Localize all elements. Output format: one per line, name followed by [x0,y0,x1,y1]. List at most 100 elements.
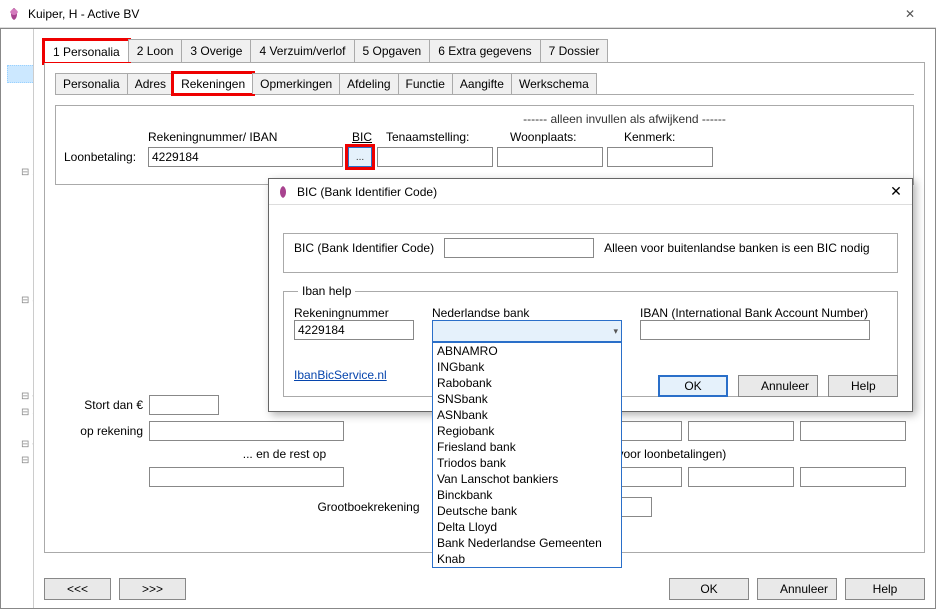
col-kenm: Kenmerk: [624,130,734,144]
bank-dropdown[interactable]: ▾ ABNAMRO INGbank Rabobank SNSbank ASNba… [432,320,622,342]
tree-item[interactable]: ┈Subsidies [7,339,34,355]
tree-item[interactable]: ┈Uitkering [7,323,34,339]
tree-item[interactable]: ┈Loonheffing [7,227,34,243]
main-tabs: 1 Personalia 2 Loon 3 Overige 4 Verzuim/… [44,39,925,63]
tree-item[interactable]: ┈Personalia [7,33,34,49]
tree-group[interactable]: ┈6 Extra gegevens [7,435,33,451]
tree-item[interactable]: ┈Prognose [7,275,34,291]
bank-option[interactable]: ASNbank [433,407,621,423]
op-3[interactable] [688,421,794,441]
tab-verzuim[interactable]: 4 Verzuim/verlof [250,39,354,62]
ok-button[interactable]: OK [669,578,749,600]
tree-item[interactable]: ┈Overige [7,307,34,323]
bank-option[interactable]: SNSbank [433,391,621,407]
tree-item[interactable]: ┈Adres [7,49,34,65]
bank-option[interactable]: Bank Nederlandse Gemeenten [433,535,621,551]
dialog-title: BIC (Bank Identifier Code) [297,185,886,199]
tree-item[interactable]: ┈2015 [7,499,34,515]
bank-option[interactable]: Deutsche bank [433,503,621,519]
tree-item[interactable]: ┈Reserveringen [7,355,34,371]
bank-option[interactable]: Delta Lloyd [433,519,621,535]
lbl-bank: Nederlandse bank [432,306,622,320]
tree-group[interactable]: ┈4 Verzuim/verlof [7,387,33,403]
prev-button[interactable]: <<< [44,578,111,600]
tree-item-rekeningen[interactable]: ┈Rekeningen [7,65,34,83]
dialog-reknr-input[interactable] [294,320,414,340]
tab-personalia[interactable]: 1 Personalia [44,40,129,63]
bank-option[interactable]: ABNAMRO [433,343,621,359]
op-4[interactable] [800,421,906,441]
bank-option[interactable]: Van Lanschot bankiers [433,471,621,487]
col-bic: BIC [352,130,382,144]
tree-item[interactable]: ┈Loon [7,179,34,195]
stort-input[interactable] [149,395,219,415]
bank-option[interactable]: Friesland bank [433,439,621,455]
tenaam-input[interactable] [377,147,493,167]
rest-4[interactable] [800,467,906,487]
tree-group[interactable]: 5 Opgaven [7,403,33,419]
subtab-afdeling[interactable]: Afdeling [339,73,398,94]
bank-option[interactable]: Rabobank [433,375,621,391]
dialog-help-button[interactable]: Help [828,375,898,397]
lbl-rest1: ... en de rest op [243,447,326,461]
tree-item[interactable]: ┈Aangifte [7,131,34,147]
rest-1[interactable] [149,467,344,487]
tree-group[interactable]: 7 Dossier [7,451,33,467]
bic-input[interactable] [444,238,594,258]
bic-note: Alleen voor buitenlandse banken is een B… [604,241,870,255]
tree-item[interactable]: ┈Lokaal dossier [7,467,34,483]
dialog-annuleer-button[interactable]: Annuleer [738,375,818,397]
tree-item[interactable]: ┈Afdeling [7,99,34,115]
tree-group[interactable]: 2 Loon [7,163,33,179]
tree-item[interactable]: ┈Functie [7,115,34,131]
tab-extra[interactable]: 6 Extra gegevens [429,39,540,62]
bank-option[interactable]: INGbank [433,359,621,375]
subtab-werkschema[interactable]: Werkschema [511,73,597,94]
tab-dossier[interactable]: 7 Dossier [540,39,609,62]
dialog-ok-button[interactable]: OK [658,375,728,397]
tree-item[interactable]: ┈Vervoer [7,243,34,259]
tab-loon[interactable]: 2 Loon [128,39,183,62]
bic-browse-button[interactable]: ... [348,147,372,167]
subtab-personalia[interactable]: Personalia [55,73,128,94]
tree-item[interactable]: ┈Werkschema [7,147,34,163]
col-woon: Woonplaats: [510,130,620,144]
subtab-opmerkingen[interactable]: Opmerkingen [252,73,340,94]
tab-overige[interactable]: 3 Overige [181,39,251,62]
tree-item[interactable]: ┈Toeslagen [7,195,34,211]
help-button[interactable]: Help [845,578,925,600]
dialog-app-icon [275,184,291,200]
rek-input[interactable] [148,147,343,167]
tree-item[interactable]: ┈Sparen [7,211,34,227]
tab-opgaven[interactable]: 5 Opgaven [354,39,431,62]
lbl-groot: Grootboekrekening [317,500,419,514]
tree-item[interactable]: ┈Mijn LoonDossier [7,483,34,499]
sidebar-tree[interactable]: ┈Personalia ┈Adres ┈Rekeningen ┈Opmerkin… [1,29,34,608]
tree-item[interactable]: ┈Uitzonderingen [7,259,34,275]
subtab-adres[interactable]: Adres [127,73,174,94]
bank-option[interactable]: Binckbank [433,487,621,503]
tree-item[interactable]: ┈Opmerkingen [7,83,34,99]
tree-item[interactable]: ┈2014 [7,515,34,531]
iban-input[interactable] [640,320,870,340]
bank-option[interactable]: Knab [433,551,621,567]
lbl-op: op rekening [63,424,143,438]
close-icon[interactable]: ✕ [890,4,930,24]
window-title: Kuiper, H - Active BV [28,7,890,21]
kenm-input[interactable] [607,147,713,167]
subtab-functie[interactable]: Functie [398,73,453,94]
bank-option[interactable]: Triodos bank [433,455,621,471]
tree-group[interactable]: 3 Overige [7,291,33,307]
tree-item[interactable]: ┈Import [7,371,34,387]
next-button[interactable]: >>> [119,578,186,600]
dialog-close-icon[interactable]: ✕ [886,183,906,200]
bank-option[interactable]: Regiobank [433,423,621,439]
app-icon [6,6,22,22]
subtab-rekeningen[interactable]: Rekeningen [173,73,253,94]
annuleer-button[interactable]: Annuleer [757,578,837,600]
woon-input[interactable] [497,147,603,167]
tree-item[interactable]: ┈Jaaropgave [7,419,34,435]
op-rek-input[interactable] [149,421,344,441]
subtab-aangifte[interactable]: Aangifte [452,73,512,94]
rest-3[interactable] [688,467,794,487]
